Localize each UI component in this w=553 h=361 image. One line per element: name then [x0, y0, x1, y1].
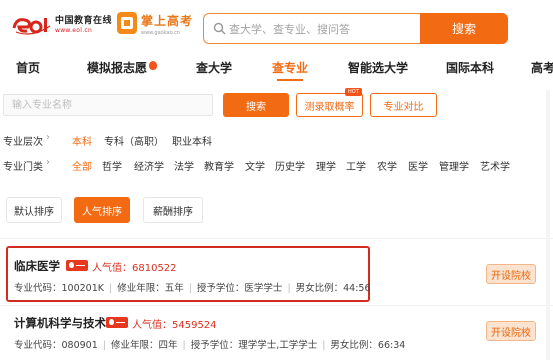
- major-gender-ratio: 男女比例：66:34: [330, 340, 406, 351]
- major-compare-button[interactable]: 专业对比: [370, 93, 437, 117]
- category-option-medicine[interactable]: 医学: [408, 158, 428, 173]
- level-filter-row: 专业层次 › 本科 专科（高职） 职业本科: [3, 132, 303, 148]
- list-top-divider: [0, 238, 553, 239]
- major-duration: 修业年限：四年: [110, 340, 178, 351]
- gaokao-logo-url: www.gaokao.cn: [141, 30, 181, 36]
- gaokao-logo-icon[interactable]: [117, 12, 137, 34]
- category-option-engineering[interactable]: 工学: [346, 158, 366, 173]
- category-option-education[interactable]: 教育学: [204, 158, 234, 173]
- list-row-divider: [0, 305, 553, 306]
- category-option-agriculture[interactable]: 农学: [377, 158, 397, 173]
- nav-item-international[interactable]: 国际本科: [446, 59, 494, 76]
- nav-item-smart-select[interactable]: 智能选大学: [348, 59, 408, 76]
- chevron-right-icon: ›: [46, 157, 50, 168]
- sort-tab-default[interactable]: 默认排序: [6, 197, 62, 223]
- category-option-science[interactable]: 理学: [316, 158, 336, 173]
- nav-item-home[interactable]: 首页: [16, 59, 40, 76]
- category-option-literature[interactable]: 文学: [245, 158, 265, 173]
- nav-item-search-university[interactable]: 查大学: [196, 59, 232, 76]
- category-option-economics[interactable]: 经济学: [134, 158, 164, 173]
- major-name[interactable]: 计算机科学与技术: [14, 315, 106, 331]
- nav-item-mock-application[interactable]: 模拟报志愿: [87, 59, 158, 76]
- category-option-all[interactable]: 全部: [72, 158, 92, 173]
- offering-schools-button[interactable]: 开设院校: [486, 321, 536, 341]
- category-option-history[interactable]: 历史学: [275, 158, 305, 173]
- popularity-value: 人气值：6810522: [92, 263, 177, 274]
- category-option-law[interactable]: 法学: [174, 158, 194, 173]
- hot-icon: [106, 317, 128, 328]
- popularity-value: 人气值：5459524: [132, 320, 217, 331]
- gaokao-logo-text[interactable]: 掌上高考 www.gaokao.cn: [141, 12, 193, 36]
- main-nav: 首页 模拟报志愿 查大学 查专业 智能选大学 国际本科 高考: [0, 52, 553, 82]
- major-name-input[interactable]: [3, 94, 213, 116]
- category-option-management[interactable]: 管理学: [439, 158, 469, 173]
- category-filter-label: 专业门类: [3, 162, 43, 173]
- nav-active-indicator: [277, 79, 303, 81]
- gaokao-logo-name: 掌上高考: [141, 14, 194, 28]
- major-duration: 修业年限：五年: [117, 283, 184, 294]
- major-name[interactable]: 临床医学: [14, 258, 60, 274]
- site-search-input[interactable]: [229, 18, 409, 40]
- nav-item-search-major[interactable]: 查专业: [272, 59, 308, 76]
- offering-schools-button[interactable]: 开设院校: [486, 264, 536, 284]
- sort-tab-popularity[interactable]: 人气排序: [74, 197, 130, 223]
- major-info-line: 专业代码：080901 | 修业年限：四年 | 授予学位：理学学士,工学学士 | 男女比例：…: [14, 340, 406, 351]
- chevron-right-icon: ›: [46, 132, 50, 143]
- level-option-undergrad[interactable]: 本科: [72, 133, 92, 148]
- scrollbar[interactable]: [546, 90, 550, 360]
- major-info-line: 专业代码：100201K | 修业年限：五年 | 授予学位：医学学士 | 男女比例：44:5…: [14, 283, 371, 294]
- major-degree: 授予学位：理学学士,工学学士: [190, 340, 318, 351]
- major-code: 专业代码：100201K: [14, 283, 104, 294]
- fire-icon: [149, 61, 158, 70]
- level-option-vocational-undergrad[interactable]: 职业本科: [172, 133, 212, 148]
- search-icon: [213, 22, 226, 35]
- level-filter-label: 专业层次: [3, 137, 43, 148]
- hot-badge: HOT: [345, 88, 362, 96]
- site-search-button[interactable]: 搜索: [420, 13, 508, 44]
- eol-logo-name: 中国教育在线: [55, 16, 113, 26]
- nav-item-mock-application-label: 模拟报志愿: [87, 61, 148, 75]
- eol-logo-url: www.eol.cn: [55, 27, 93, 34]
- sort-tab-salary[interactable]: 薪酬排序: [143, 197, 203, 223]
- eol-logo-icon[interactable]: [12, 14, 54, 36]
- category-filter-row: 专业门类 › 全部 哲学 经济学 法学 教育学 文学 历史学 理学 工学 农学 …: [3, 157, 523, 173]
- hot-icon: [66, 260, 88, 271]
- site-header: 中国教育在线 www.eol.cn 掌上高考 www.gaokao.cn 搜索: [0, 0, 553, 52]
- admission-probability-button[interactable]: 测录取概率: [296, 93, 363, 117]
- major-degree: 授予学位：医学学士: [196, 283, 283, 294]
- category-option-philosophy[interactable]: 哲学: [102, 158, 122, 173]
- major-gender-ratio: 男女比例：44:56: [295, 283, 371, 294]
- level-option-vocational[interactable]: 专科（高职）: [104, 133, 164, 148]
- nav-item-gaokao[interactable]: 高考: [531, 59, 553, 76]
- major-code: 专业代码：080901: [14, 340, 98, 351]
- major-search-button[interactable]: 搜索: [223, 93, 289, 117]
- eol-logo-text[interactable]: 中国教育在线 www.eol.cn: [55, 13, 112, 34]
- category-option-arts[interactable]: 艺术学: [480, 158, 510, 173]
